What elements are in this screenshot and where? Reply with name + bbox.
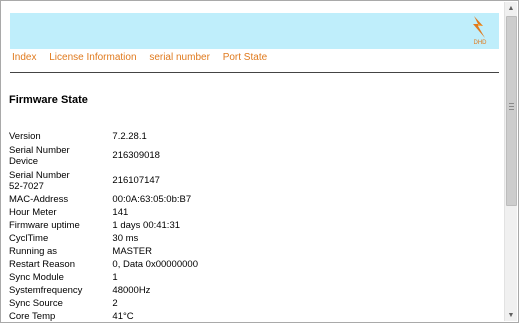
field-label: Serial Number 52-7027 [9, 169, 70, 192]
field-value: 216107147 [112, 175, 160, 186]
field-value: 0, Data 0x00000000 [112, 259, 198, 270]
table-row: Serial Number 52-7027 216107147 [9, 168, 198, 193]
field-label: Systemfrequency [9, 285, 83, 296]
table-row: Sync Module 1 [9, 271, 198, 284]
field-label: CyclTime [9, 233, 49, 244]
field-value: 141 [112, 207, 129, 218]
grip-line [509, 109, 514, 110]
field-label: Restart Reason [9, 259, 76, 270]
field-value: 48000Hz [112, 285, 151, 296]
field-value: 00:0A:63:05:0b:B7 [112, 194, 192, 205]
field-label: MAC-Address [9, 194, 69, 205]
page-title: Firmware State [9, 94, 88, 106]
table-row: CyclTime 30 ms [9, 232, 198, 245]
field-value: 41°C [112, 311, 134, 322]
field-label: Sync Source [9, 298, 63, 309]
field-label: Sync Module [9, 272, 64, 283]
dhd-logo-icon [473, 16, 485, 38]
grip-line [509, 106, 514, 107]
vertical-scrollbar[interactable]: ▲ ▼ [504, 2, 517, 321]
grip-line [509, 103, 514, 104]
table-row: Sync Source 2 [9, 297, 198, 310]
header-banner: DHD [10, 13, 499, 49]
nav-link-port-state[interactable]: Port State [223, 52, 267, 63]
table-row: Firmware uptime 1 days 00:41:31 [9, 219, 198, 232]
field-value: 2 [112, 298, 118, 309]
table-row: Systemfrequency 48000Hz [9, 284, 198, 297]
nav-link-index[interactable]: Index [12, 52, 36, 63]
nav-link-serial-number[interactable]: serial number [149, 52, 210, 63]
table-row: Hour Meter 141 [9, 206, 198, 219]
browser-viewport: DHD Index License Information serial num… [0, 0, 519, 323]
dhd-logo: DHD [471, 16, 489, 46]
scroll-down-arrow-icon[interactable]: ▼ [505, 309, 517, 321]
nav-divider [10, 72, 499, 73]
nav-bar: Index License Information serial number … [12, 52, 277, 63]
field-label: Core Temp [9, 311, 56, 322]
field-label: Running as [9, 246, 58, 257]
field-value: 1 days 00:41:31 [112, 220, 181, 231]
table-row: Version 7.2.28.1 [9, 130, 198, 143]
field-label: Serial Number Device [9, 144, 70, 167]
page-content: DHD Index License Information serial num… [1, 1, 506, 322]
table-row: Restart Reason 0, Data 0x00000000 [9, 258, 198, 271]
table-row: Running as MASTER [9, 245, 198, 258]
field-label: Firmware uptime [9, 220, 80, 231]
field-value: 30 ms [112, 233, 139, 244]
firmware-info-table: Version 7.2.28.1 Serial Number Device 2163… [9, 130, 198, 322]
nav-link-license-information[interactable]: License Information [49, 52, 136, 63]
table-row: Core Temp 41°C [9, 310, 198, 322]
table-row: MAC-Address 00:0A:63:05:0b:B7 [9, 193, 198, 206]
field-value: 7.2.28.1 [112, 131, 147, 142]
field-label: Version [9, 131, 41, 142]
scroll-up-arrow-icon[interactable]: ▲ [505, 2, 517, 14]
field-value: 1 [112, 272, 118, 283]
table-row: Serial Number Device 216309018 [9, 143, 198, 168]
scrollbar-thumb[interactable] [506, 16, 517, 206]
logo-text: DHD [473, 40, 487, 46]
field-value: MASTER [112, 246, 152, 257]
field-label: Hour Meter [9, 207, 57, 218]
field-value: 216309018 [112, 150, 160, 161]
